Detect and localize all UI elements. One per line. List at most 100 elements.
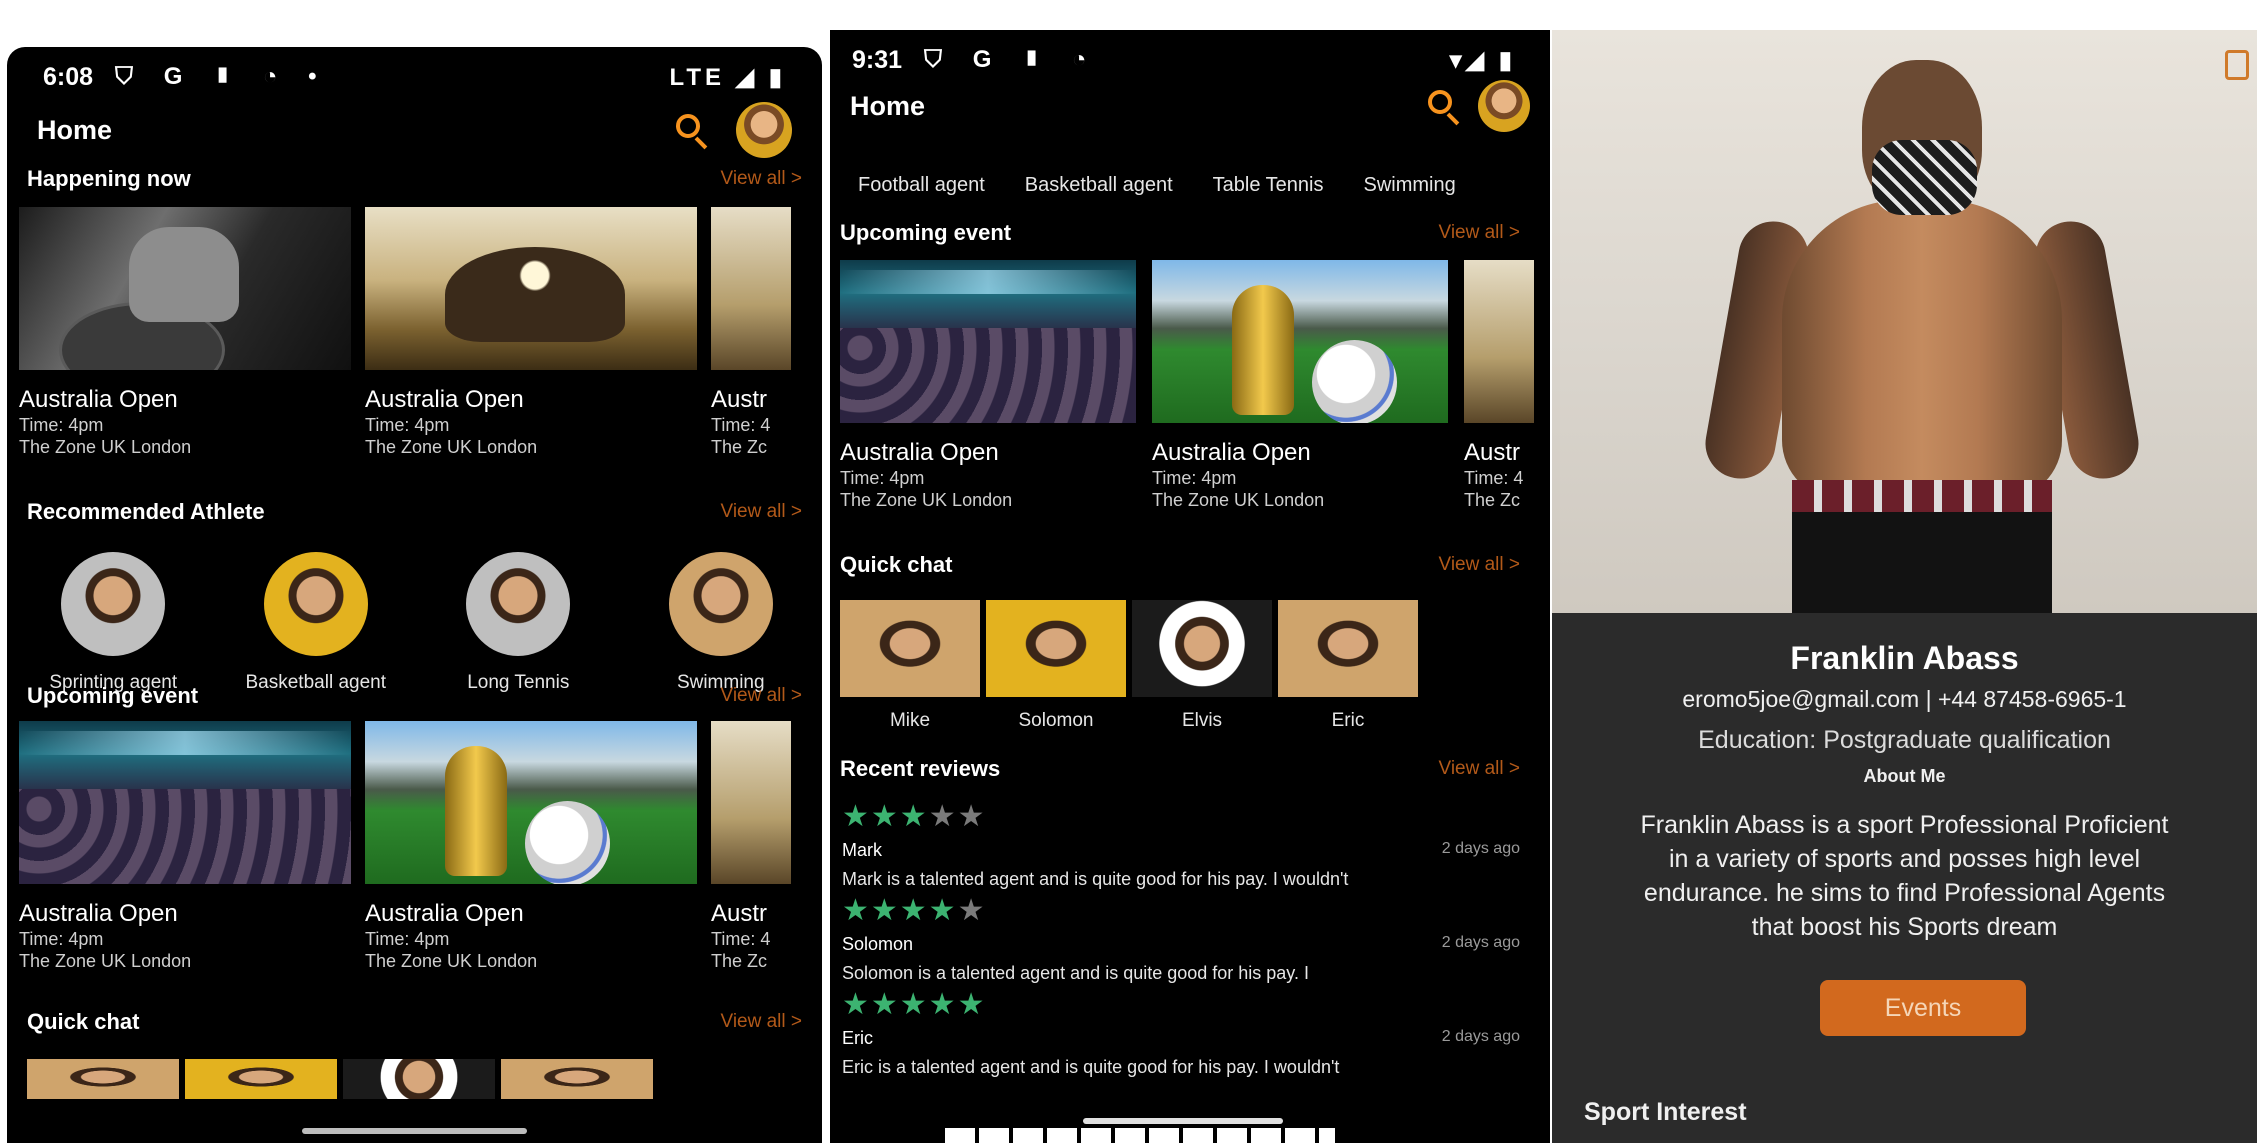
event-title: Australia Open	[365, 900, 524, 927]
app-bar: Home	[830, 71, 1550, 141]
review-item: ★★★★★ Mark 2 days ago Mark is a talented…	[842, 802, 1520, 890]
review-date: 2 days ago	[1441, 840, 1520, 857]
event-place: The Zc	[1464, 490, 1521, 510]
quick-chat-names: Mike Solomon Elvis Eric	[840, 710, 1418, 732]
event-image	[365, 207, 697, 370]
athlete-avatar	[668, 552, 773, 656]
profile-avatar[interactable]	[1478, 80, 1530, 132]
event-place: The Zone UK London	[365, 951, 538, 971]
status-time: 6:08	[43, 62, 94, 91]
review-text: Mark is a talented agent and is quite go…	[842, 869, 1349, 889]
recent-reviews-header: Recent reviews View all >	[840, 756, 1520, 782]
upcoming-event-cards: Australia Open Time: 4pm The Zone UK Lon…	[840, 260, 1534, 511]
chat-name[interactable]: Mike	[840, 710, 980, 732]
home-indicator[interactable]	[1083, 1118, 1283, 1124]
athlete-item[interactable]: Sprinting agent	[12, 552, 215, 694]
chat-avatar[interactable]	[185, 1059, 337, 1099]
search-icon[interactable]	[674, 112, 710, 150]
category-tabs: Football agent Basketball agent Table Te…	[858, 174, 1456, 197]
event-time: Time: 4pm	[365, 929, 450, 949]
chat-name[interactable]: Solomon	[986, 710, 1126, 732]
section-title: Upcoming event	[840, 220, 1012, 245]
event-card[interactable]: Australia Open Time: 4pm The Zone UK Lon…	[19, 207, 351, 458]
profile-name: Franklin Abass	[1790, 640, 2019, 676]
view-all-link[interactable]: View all >	[720, 168, 802, 190]
event-image	[19, 721, 351, 884]
event-card[interactable]: Australia Open Time: 4pm The Zone UK Lon…	[365, 207, 697, 458]
chat-name[interactable]: Elvis	[1132, 710, 1272, 732]
app-bar: Home	[7, 95, 822, 165]
about-line: Franklin Abass is a sport Professional P…	[1640, 811, 2169, 839]
tab-basketball-agent[interactable]: Basketball agent	[1025, 174, 1173, 197]
event-card[interactable]: Austr Time: 4 The Zc	[711, 207, 791, 458]
section-title: Upcoming event	[27, 683, 199, 708]
about-line: in a variety of sports and posses high l…	[1668, 845, 2141, 873]
about-text: Franklin Abass is a sport Professional P…	[1552, 808, 2257, 944]
chat-avatar[interactable]	[840, 600, 980, 697]
event-time: Time: 4	[711, 415, 771, 435]
chat-name[interactable]: Eric	[1278, 710, 1418, 732]
athlete-item[interactable]: Long Tennis	[417, 552, 620, 694]
chat-avatar[interactable]	[1132, 600, 1272, 697]
about-line: that boost his Sports dream	[1751, 913, 2058, 941]
profile-contact: eromo5joe@gmail.com | +44 87458-6965-1	[1682, 686, 2127, 712]
happening-now-header: Happening now View all >	[27, 166, 802, 192]
notification-icons: ⛉ G ▮ ◔	[924, 46, 1099, 73]
view-all-link[interactable]: View all >	[1438, 554, 1520, 576]
profile-avatar[interactable]	[736, 102, 792, 158]
event-title: Austr	[711, 900, 768, 927]
view-all-link[interactable]: View all >	[720, 685, 802, 707]
star-rating: ★★★★★	[842, 988, 987, 1021]
star-rating: ★★★★★	[842, 800, 987, 833]
sport-interest-heading: Sport Interest	[1584, 1098, 1747, 1126]
about-heading: About Me	[1863, 766, 1946, 786]
reviewer-name: Eric	[842, 1028, 873, 1048]
event-card[interactable]: Austr Time: 4 The Zc	[1464, 260, 1534, 511]
tab-football-agent[interactable]: Football agent	[858, 174, 985, 197]
event-place: The Zone UK London	[19, 951, 192, 971]
event-title: Austr	[1464, 439, 1521, 466]
event-card[interactable]: Australia Open Time: 4pm The Zone UK Lon…	[19, 721, 351, 972]
quick-chat-list	[27, 1059, 653, 1099]
view-all-link[interactable]: View all >	[720, 501, 802, 523]
events-button[interactable]: Events	[1820, 980, 2026, 1036]
review-item: ★★★★★ Eric 2 days ago Eric is a talented…	[842, 990, 1520, 1078]
event-card[interactable]: Austr Time: 4 The Zc	[711, 721, 791, 972]
event-image	[711, 207, 791, 370]
event-title: Australia Open	[19, 900, 178, 927]
athlete-item[interactable]: Swimming	[620, 552, 823, 694]
search-icon[interactable]	[1426, 88, 1462, 126]
reviewer-name: Solomon	[842, 934, 914, 954]
chat-avatar[interactable]	[1278, 600, 1418, 697]
chat-avatar[interactable]	[986, 600, 1126, 697]
section-title: Recommended Athlete	[27, 499, 265, 524]
event-title: Australia Open	[19, 386, 178, 413]
quick-chat-list	[840, 600, 1418, 697]
tab-table-tennis[interactable]: Table Tennis	[1213, 174, 1324, 197]
event-time: Time: 4pm	[19, 415, 104, 435]
edit-icon[interactable]	[2225, 50, 2249, 80]
view-all-link[interactable]: View all >	[1438, 222, 1520, 244]
chat-avatar[interactable]	[343, 1059, 495, 1099]
event-image	[840, 260, 1136, 423]
event-card[interactable]: Australia Open Time: 4pm The Zone UK Lon…	[1152, 260, 1448, 511]
recommended-athlete-header: Recommended Athlete View all >	[27, 499, 802, 525]
athlete-avatar	[61, 552, 166, 656]
chat-avatar[interactable]	[27, 1059, 179, 1099]
event-image	[19, 207, 351, 370]
home-screen-1: 6:08 ⛉ G ▮ ◔ • LTE ◢ ▮ Home Happening no…	[7, 47, 822, 1143]
section-title: Quick chat	[840, 552, 953, 577]
view-all-link[interactable]: View all >	[1438, 758, 1520, 780]
section-title: Recent reviews	[840, 756, 1001, 781]
chat-avatar[interactable]	[501, 1059, 653, 1099]
home-indicator[interactable]	[302, 1128, 527, 1134]
view-all-link[interactable]: View all >	[720, 1011, 802, 1033]
event-time: Time: 4pm	[365, 415, 450, 435]
event-time: Time: 4	[1464, 468, 1524, 488]
athlete-item[interactable]: Basketball agent	[215, 552, 418, 694]
tab-swimming[interactable]: Swimming	[1363, 174, 1455, 197]
athlete-avatar	[263, 552, 368, 656]
event-card[interactable]: Australia Open Time: 4pm The Zone UK Lon…	[840, 260, 1136, 511]
event-card[interactable]: Australia Open Time: 4pm The Zone UK Lon…	[365, 721, 697, 972]
profile-education: Education: Postgraduate qualification	[1698, 726, 2111, 754]
